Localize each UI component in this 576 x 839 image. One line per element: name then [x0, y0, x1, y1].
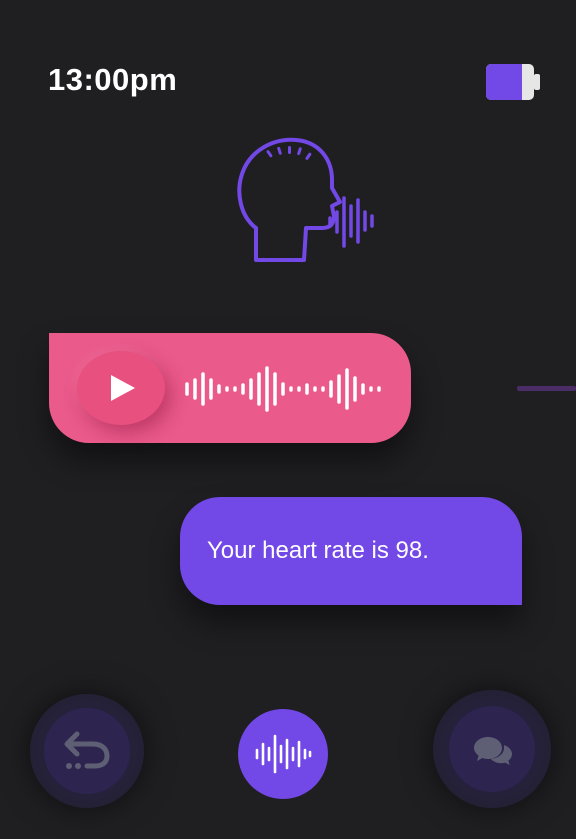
audio-waveform-icon: [185, 366, 381, 412]
message-text: Your heart rate is 98.: [207, 537, 429, 564]
chat-button[interactable]: [433, 690, 551, 808]
text-message-bubble: Your heart rate is 98.: [180, 497, 522, 605]
speaking-head-icon: [237, 137, 374, 262]
battery-icon: [486, 64, 540, 100]
divider-line: [517, 386, 576, 391]
play-icon: [111, 375, 135, 401]
play-button[interactable]: [77, 351, 165, 425]
voice-record-button[interactable]: [238, 709, 328, 799]
undo-arrow-icon: [64, 731, 110, 769]
status-time: 13:00pm: [48, 62, 178, 97]
back-button[interactable]: [30, 694, 144, 808]
chat-bubbles-icon: [474, 737, 512, 765]
voice-message-bubble[interactable]: [49, 333, 411, 443]
voice-waveform-icon: [255, 734, 312, 774]
